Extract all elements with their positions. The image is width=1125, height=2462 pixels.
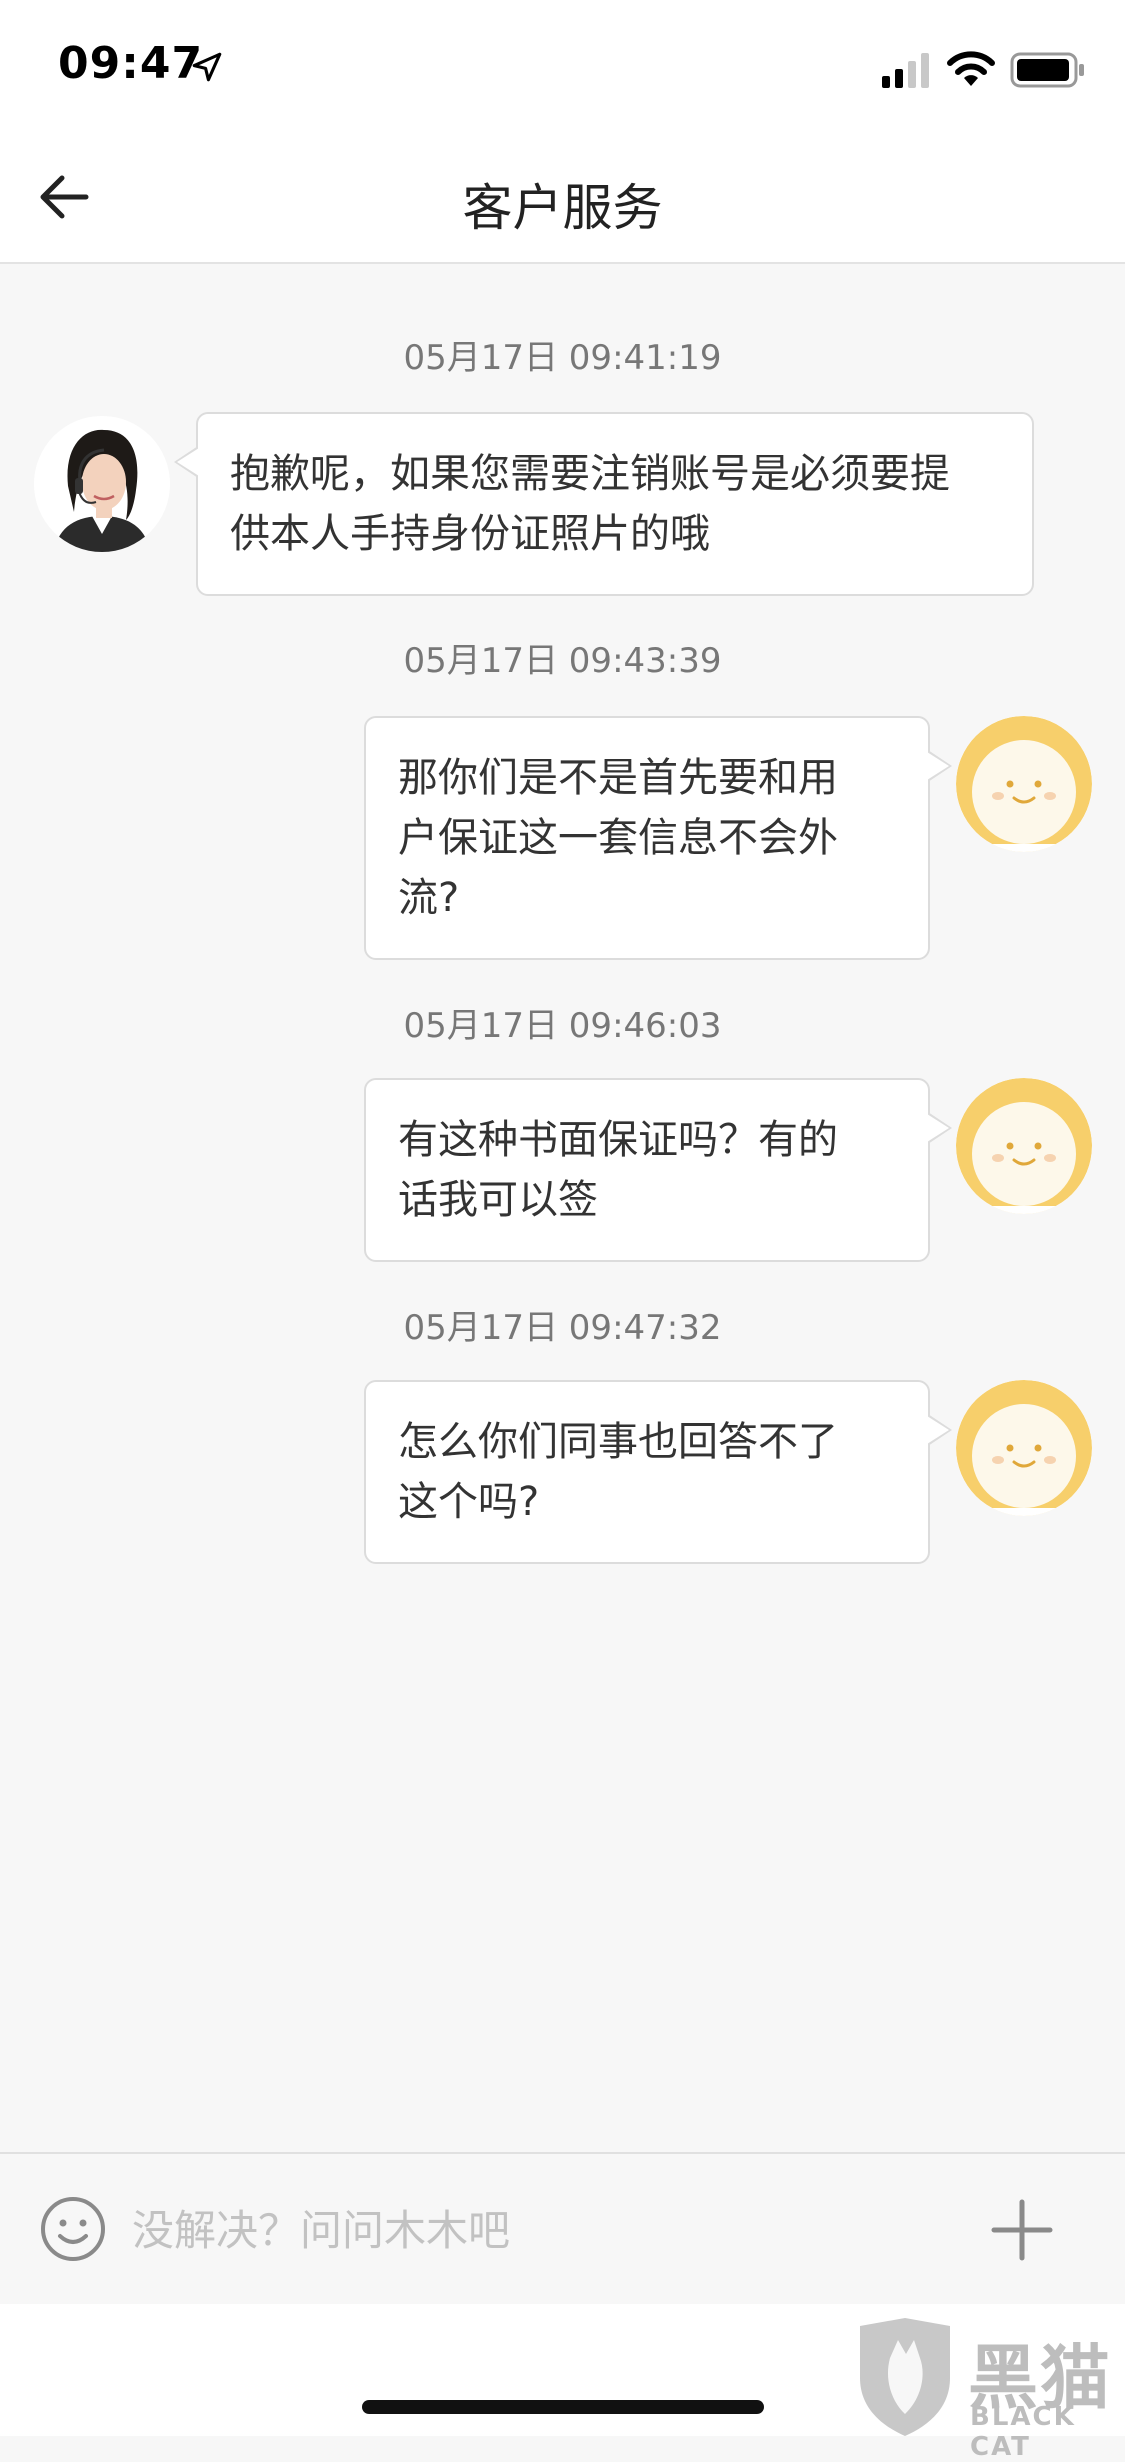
black-cat-watermark: 黑猫 BLACK CAT: [850, 2318, 1125, 2462]
user-avatar: [956, 1078, 1092, 1214]
user-avatar: [956, 1380, 1092, 1516]
status-time: 09:47: [58, 38, 204, 89]
input-bar: [0, 2152, 1125, 2306]
cellular-signal-icon: [882, 53, 929, 88]
status-bar: 09:47: [0, 0, 1125, 132]
message-line: 怎么你们同事也回答不了: [398, 1419, 838, 1465]
wifi-icon: [947, 51, 995, 86]
battery-icon: [1010, 52, 1084, 88]
message-line: 有这种书面保证吗？有的: [398, 1117, 838, 1163]
message-timestamp: 05月17日 09:41:19: [403, 338, 722, 378]
user-message-bubble: 怎么你们同事也回答不了 这个吗?: [364, 1380, 952, 1564]
agent-avatar: [34, 416, 170, 552]
cat-shield-logo-icon: [860, 2318, 950, 2436]
message-timestamp: 05月17日 09:46:03: [403, 1006, 722, 1046]
nav-bar: 客户服务: [0, 132, 1125, 264]
message-input[interactable]: [130, 2184, 954, 2276]
location-arrow-icon: [192, 52, 222, 82]
message-line: 那你们是不是首先要和用: [398, 755, 838, 801]
emoji-icon[interactable]: [38, 2194, 108, 2264]
home-indicator[interactable]: [362, 2400, 764, 2414]
message-line: 这个吗?: [398, 1479, 540, 1525]
message-line: 抱歉呢，如果您需要注销账号是必须要提: [230, 451, 950, 497]
message-line: 话我可以签: [398, 1177, 598, 1223]
message-timestamp: 05月17日 09:43:39: [403, 641, 722, 681]
user-avatar: [956, 716, 1092, 852]
agent-message-bubble: 抱歉呢，如果您需要注销账号是必须要提 供本人手持身份证照片的哦: [174, 412, 1034, 596]
message-line: 流?: [398, 875, 460, 921]
watermark-subtitle: BLACK CAT: [970, 2402, 1076, 2462]
page-title: 客户服务: [462, 179, 663, 237]
message-timestamp: 05月17日 09:47:32: [403, 1308, 722, 1348]
message-line: 供本人手持身份证照片的哦: [230, 511, 710, 557]
user-message-bubble: 有这种书面保证吗？有的 话我可以签: [364, 1078, 952, 1262]
message-line: 户保证这一套信息不会外: [398, 815, 838, 861]
plus-icon[interactable]: [990, 2198, 1054, 2262]
user-message-bubble: 那你们是不是首先要和用 户保证这一套信息不会外 流?: [364, 716, 952, 960]
